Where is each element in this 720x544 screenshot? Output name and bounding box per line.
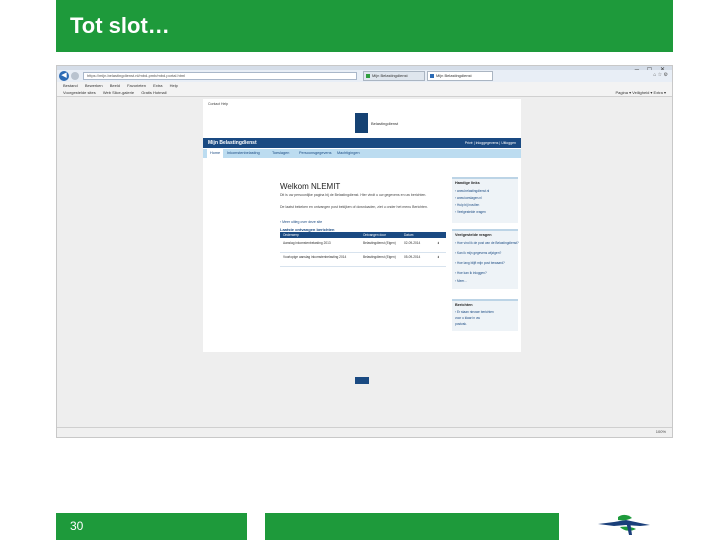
- box-link[interactable]: › Er staan nieuwe berichten: [455, 310, 494, 314]
- column-header: Onderwerp: [283, 233, 299, 237]
- box-link[interactable]: › Kan ik mijn gegevens wijzigen?: [455, 251, 501, 255]
- arrow-left-icon: ◀: [61, 72, 67, 79]
- box-text: postvak.: [455, 322, 467, 326]
- menu-item-help[interactable]: Help: [170, 83, 178, 88]
- box-title: Berichten: [455, 303, 473, 307]
- menu-item-view[interactable]: Beeld: [110, 83, 120, 88]
- table-header: Onderwerp Ontvangen door Datum: [280, 232, 446, 238]
- box-text: voor u klaar in uw: [455, 316, 480, 320]
- favorites-bar: Voorgestelde sites Web Slice-galerie Gra…: [57, 89, 672, 97]
- menu-item-tools[interactable]: Extra: [153, 83, 162, 88]
- nav-income-tax[interactable]: Inkomstenbelasting: [227, 149, 260, 158]
- sidebar-box-faq: Veelgestelde vragen › Hoe vind ik de pos…: [452, 229, 519, 289]
- command-bar[interactable]: Pagina ▾ Veiligheid ▾ Extra ▾: [616, 89, 667, 96]
- favorite-link[interactable]: Voorgestelde sites: [63, 90, 96, 95]
- row-divider: [280, 252, 446, 253]
- tab-label: Mijn Belastingdienst: [372, 73, 408, 78]
- menu-item-favorites[interactable]: Favorieten: [127, 83, 146, 88]
- site-title: Mijn Belastingdienst: [208, 140, 257, 146]
- intro-text: Dit is uw persoonlijke pagina bij de Bel…: [280, 193, 427, 197]
- table-cell: Belastingdienst (Eigen): [363, 241, 396, 245]
- table-cell: 05-09-2014: [404, 255, 421, 259]
- slide-title: Tot slot…: [70, 13, 170, 38]
- box-link[interactable]: › Meer...: [455, 279, 467, 283]
- web-page: Contact Help Belastingdienst Mijn Belast…: [203, 99, 521, 384]
- table-cell: 02-09-2014: [404, 241, 421, 245]
- login-info[interactable]: Privé | Inloggegevens | Uitloggen: [465, 141, 516, 145]
- download-icon[interactable]: ⬇: [437, 241, 440, 245]
- table-cell: Belastingdienst (Eigen): [363, 255, 396, 259]
- browser-window: ─ ▢ ✕ ◀ https://mijn.belastingdienst.nl/…: [56, 65, 673, 438]
- box-link[interactable]: › Hoe lang blijft mijn post bewaard?: [455, 261, 505, 265]
- sidebar-box-links: Handige links › www.belastingdienst.nl ›…: [452, 177, 518, 223]
- favicon-icon: [430, 74, 434, 78]
- browser-tab-1[interactable]: Mijn Belastingdienst: [363, 71, 425, 81]
- nav-authorizations[interactable]: Machtigingen: [337, 149, 360, 158]
- box-link[interactable]: › Hoe vind ik de post van de Belastingdi…: [455, 241, 519, 245]
- government-logo: [355, 113, 368, 133]
- favorite-link[interactable]: Web Slice-galerie: [103, 90, 134, 95]
- favorite-link[interactable]: Gratis Hotmail: [141, 90, 166, 95]
- page-footer-tab[interactable]: [355, 377, 369, 384]
- zoom-level[interactable]: 100%: [656, 429, 666, 434]
- menu-item-file[interactable]: Bestand: [63, 83, 78, 88]
- sidebar-box-messages: Berichten › Er staan nieuwe berichten vo…: [452, 299, 518, 331]
- nav-personal-data[interactable]: Persoonsgegevens: [299, 149, 332, 158]
- box-link[interactable]: › www.toeslagen.nl: [455, 196, 482, 200]
- box-link[interactable]: › Hoe kan ik inloggen?: [455, 271, 487, 275]
- row-divider: [280, 266, 446, 267]
- nav-benefits[interactable]: Toeslagen: [272, 149, 289, 158]
- back-button[interactable]: ◀: [59, 71, 69, 81]
- browser-tab-2[interactable]: Mijn Belastingdienst: [427, 71, 493, 81]
- table-row[interactable]: Voorlopige aanslag inkomstenbelasting 20…: [283, 255, 359, 259]
- status-bar: [57, 427, 672, 437]
- logo-icon: [598, 514, 650, 535]
- box-link[interactable]: › Hulp bij invullen: [455, 203, 479, 207]
- column-header: Ontvangen door: [363, 233, 386, 237]
- column-header: Datum: [404, 233, 414, 237]
- top-links[interactable]: Contact Help: [208, 102, 228, 106]
- address-bar[interactable]: https://mijn.belastingdienst.nl/mbd-pmb/…: [83, 72, 357, 80]
- menu-bar: Bestand Bewerken Beeld Favorieten Extra …: [57, 82, 672, 89]
- government-name: Belastingdienst: [371, 121, 399, 126]
- box-link[interactable]: › Veelgestelde vragen: [455, 210, 486, 214]
- nav-home[interactable]: Home: [207, 149, 224, 158]
- footer-middle-bar: [265, 513, 559, 540]
- organization-logo: [596, 511, 652, 539]
- welcome-heading: Welkom NLEMIT: [280, 182, 341, 191]
- menu-item-edit[interactable]: Bewerken: [85, 83, 103, 88]
- page-number: 30: [70, 519, 84, 533]
- box-link[interactable]: › www.belastingdienst.nl: [455, 189, 489, 193]
- download-icon[interactable]: ⬇: [437, 255, 440, 259]
- toolbar-icons[interactable]: ⌂ ☆ ⚙: [653, 72, 668, 78]
- box-title: Handige links: [455, 181, 480, 185]
- table-row[interactable]: Aanslag inkomstenbelasting 2013: [283, 241, 359, 245]
- favicon-icon: [366, 74, 370, 78]
- tab-label: Mijn Belastingdienst: [436, 73, 472, 78]
- intro-text: De laatst bekeken en ontvangen post beki…: [280, 205, 428, 209]
- footer-left-bar: [56, 513, 247, 540]
- forward-button[interactable]: [71, 72, 79, 80]
- more-info-link[interactable]: › Meer uitleg over deze site: [280, 220, 322, 224]
- box-title: Veelgestelde vragen: [455, 233, 492, 237]
